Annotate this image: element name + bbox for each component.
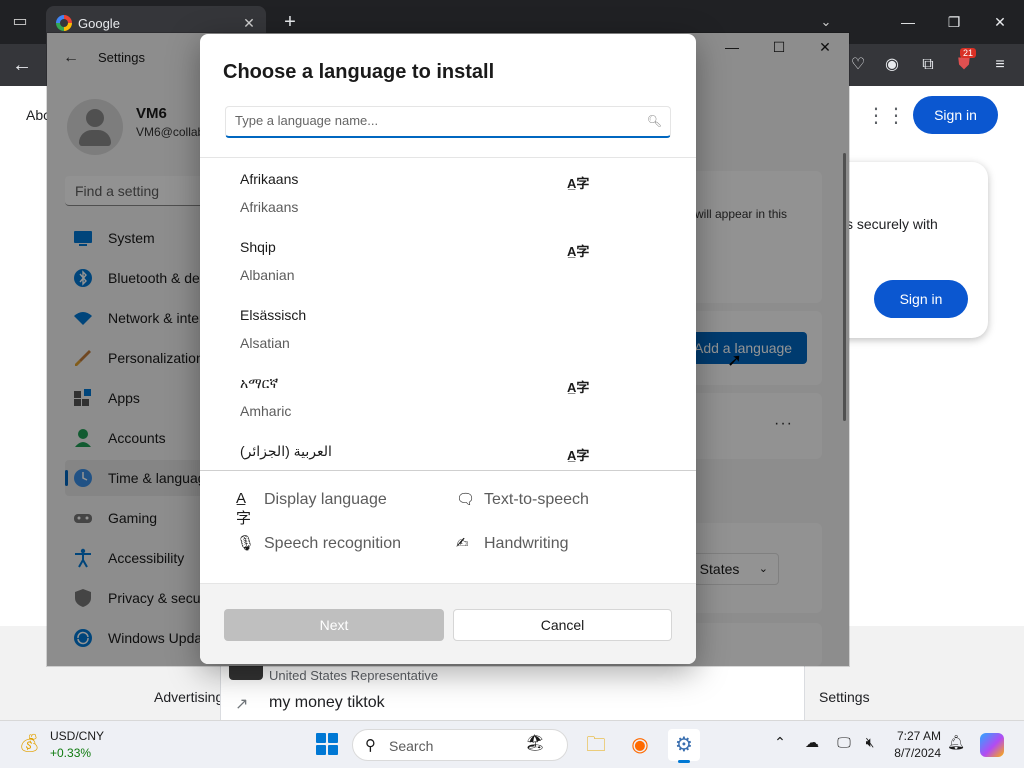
search-icon: ⚲ bbox=[365, 737, 376, 754]
display-language-icon: A̲字 bbox=[236, 490, 252, 527]
stock-change[interactable]: +0.33% bbox=[50, 746, 91, 760]
volume-muted-icon[interactable]: 🔇︎ bbox=[860, 734, 880, 751]
browser-restore-button[interactable]: ❐ bbox=[942, 10, 966, 34]
notifications-bell-icon[interactable]: 🔔︎ bbox=[946, 734, 966, 751]
promo-card-text: s securely with bbox=[846, 216, 938, 232]
tab-overview-icon[interactable]: ▭ bbox=[8, 10, 32, 34]
start-button[interactable] bbox=[316, 733, 338, 755]
display-language-icon: A̲字 bbox=[567, 448, 590, 463]
suggestion-subtitle[interactable]: United States Representative bbox=[269, 668, 438, 683]
display-language-icon: A̲字 bbox=[567, 244, 590, 259]
show-hidden-icons-chevron-icon[interactable]: ⌃ bbox=[770, 734, 790, 751]
settings-app-icon[interactable]: ⚙ bbox=[668, 729, 700, 763]
menu-hamburger-icon[interactable]: ≡ bbox=[988, 53, 1012, 77]
back-arrow-icon[interactable]: ← bbox=[10, 53, 34, 77]
text-to-speech-icon: 🗨︎ bbox=[456, 491, 476, 508]
search-icon: 🔍︎ bbox=[646, 114, 662, 128]
language-row-afrikaans[interactable]: Afrikaans Afrikaans A̲字 bbox=[200, 158, 696, 226]
dialog-title: Choose a language to install bbox=[223, 61, 495, 83]
network-display-icon[interactable]: 🖵︎ bbox=[834, 734, 854, 751]
google-apps-grid-icon[interactable]: ⋮⋮⋮ bbox=[866, 103, 926, 129]
legend-label: Display language bbox=[264, 491, 387, 508]
suggestion-query[interactable]: my money tiktok bbox=[269, 694, 385, 712]
browser-close-button[interactable]: ✕ bbox=[988, 10, 1012, 34]
language-row-arabic-algeria[interactable]: العربية (الجزائر) A̲字 bbox=[200, 430, 696, 470]
google-favicon-icon bbox=[56, 15, 72, 31]
file-explorer-icon[interactable]: 🗀 bbox=[580, 729, 612, 761]
language-row-amharic[interactable]: አማርኛ Amharic A̲字 bbox=[200, 362, 696, 430]
footer-settings-link[interactable]: Settings bbox=[819, 689, 870, 705]
taskbar-search-box[interactable]: ⚲ Search 🏖︎ bbox=[352, 729, 568, 761]
tab-list-chevron-icon[interactable]: ⌄ bbox=[814, 10, 838, 34]
legend-label: Text-to-speech bbox=[484, 491, 589, 508]
account-icon[interactable]: ◉ bbox=[880, 53, 904, 77]
language-native-name: Elsässisch bbox=[240, 307, 307, 323]
extension-badge-count: 21 bbox=[960, 48, 977, 58]
display-language-icon: A̲字 bbox=[567, 380, 590, 395]
search-highlight-art-icon: 🏖︎ bbox=[525, 735, 546, 752]
divider bbox=[200, 470, 696, 471]
new-tab-button[interactable]: + bbox=[278, 10, 302, 34]
display-language-icon: A̲字 bbox=[567, 176, 590, 191]
language-search-box[interactable]: 🔍︎ bbox=[225, 106, 671, 138]
mouse-pointer-icon: ➚ bbox=[727, 350, 743, 370]
firefox-icon[interactable]: ◉ bbox=[624, 729, 656, 761]
extensions-puzzle-icon[interactable]: ⧉ bbox=[916, 53, 940, 77]
language-row-alsatian[interactable]: Elsässisch Alsatian bbox=[200, 294, 696, 362]
choose-language-dialog: Choose a language to install 🔍︎ Afrikaan… bbox=[200, 34, 696, 664]
taskbar-search-label: Search bbox=[389, 738, 434, 754]
tab-title: Google bbox=[78, 16, 120, 31]
close-tab-icon[interactable]: ✕ bbox=[240, 14, 258, 32]
language-search-input[interactable] bbox=[235, 113, 635, 128]
copilot-icon[interactable] bbox=[980, 733, 1004, 757]
language-english-name: Albanian bbox=[240, 267, 295, 283]
legend-label: Handwriting bbox=[484, 535, 569, 552]
language-native-name: አማርኛ bbox=[240, 375, 279, 391]
language-english-name: Amharic bbox=[240, 403, 292, 419]
browser-minimize-button[interactable]: — bbox=[896, 10, 920, 34]
language-english-name: Alsatian bbox=[240, 335, 290, 351]
language-native-name: العربية (الجزائر) bbox=[240, 443, 332, 459]
language-native-name: Shqip bbox=[240, 239, 276, 255]
windows-taskbar: 💰︎ USD/CNY +0.33% ⚲ Search 🏖︎ 🗀 ◉ ⚙ ⌃ ☁ … bbox=[0, 720, 1024, 768]
microphone-icon: 🎙︎ bbox=[236, 535, 256, 552]
language-row-albanian[interactable]: Shqip Albanian A̲字 bbox=[200, 226, 696, 294]
handwriting-icon: ✍︎ bbox=[456, 535, 469, 552]
search-suggestions-dropdown: United States Representative ↗ my money … bbox=[220, 660, 805, 720]
footer-advertising-link[interactable]: Advertising bbox=[154, 689, 223, 705]
google-signin-button[interactable]: Sign in bbox=[913, 96, 998, 134]
legend-label: Speech recognition bbox=[264, 535, 401, 552]
language-native-name: Afrikaans bbox=[240, 171, 299, 187]
language-list[interactable]: Afrikaans Afrikaans A̲字 Shqip Albanian A… bbox=[200, 158, 696, 470]
onedrive-icon[interactable]: ☁ bbox=[802, 734, 822, 751]
stock-name[interactable]: USD/CNY bbox=[50, 729, 104, 743]
cancel-button[interactable]: Cancel bbox=[453, 609, 672, 641]
next-button[interactable]: Next bbox=[224, 609, 444, 641]
pocket-shield-icon[interactable]: ♡ bbox=[846, 53, 870, 77]
clock-date[interactable]: 8/7/2024 bbox=[889, 746, 941, 760]
clock-time[interactable]: 7:27 AM bbox=[895, 729, 941, 743]
dialog-footer: Next Cancel bbox=[200, 583, 696, 664]
promo-signin-button[interactable]: Sign in bbox=[874, 280, 968, 318]
stock-widget-icon[interactable]: 💰︎ bbox=[18, 733, 42, 757]
trending-arrow-icon: ↗ bbox=[235, 696, 249, 713]
language-english-name: Afrikaans bbox=[240, 199, 299, 215]
